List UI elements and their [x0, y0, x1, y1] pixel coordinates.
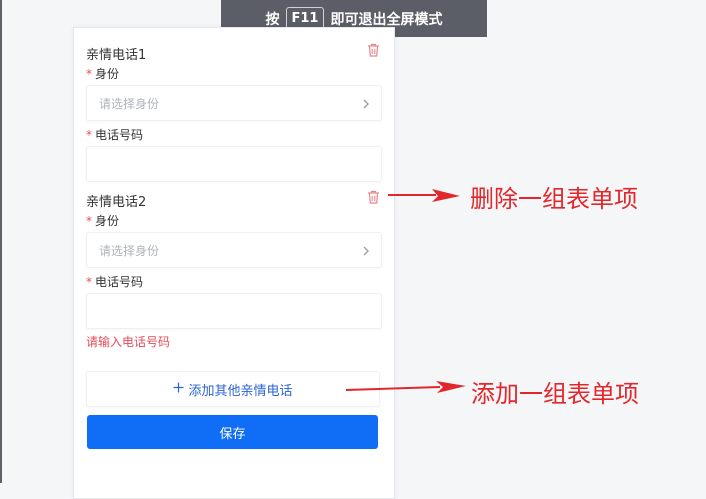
window-edge — [0, 0, 2, 483]
save-button[interactable]: 保存 — [87, 415, 378, 449]
identity-select-2[interactable]: 请选择身份 — [86, 232, 382, 268]
trash-icon[interactable] — [366, 43, 380, 57]
phone-input-1[interactable] — [86, 146, 382, 182]
trash-icon[interactable] — [366, 190, 380, 204]
identity-label-1: * 身份 — [86, 65, 119, 82]
identity-placeholder-2: 请选择身份 — [99, 244, 160, 258]
identity-label-text: 身份 — [95, 214, 120, 228]
delete-annotation: 删除一组表单项 — [470, 185, 638, 213]
delete-annotation-arrow — [388, 189, 460, 202]
group-title-2: 亲情电话2 — [86, 195, 147, 210]
phone-label-text: 电话号码 — [95, 128, 144, 142]
required-mark: * — [86, 128, 92, 142]
chevron-right-icon — [361, 96, 371, 110]
fullscreen-tip-suffix: 即可退出全屏模式 — [330, 11, 443, 28]
required-mark: * — [86, 275, 92, 289]
phone-label-1: * 电话号码 — [86, 126, 143, 143]
plus-icon — [173, 382, 184, 397]
phone-error-2: 请输入电话号码 — [86, 335, 171, 349]
identity-select-1[interactable]: 请选择身份 — [86, 85, 382, 121]
chevron-right-icon — [361, 243, 371, 257]
identity-label-text: 身份 — [95, 67, 120, 81]
group-title-1: 亲情电话1 — [86, 48, 147, 63]
required-mark: * — [86, 214, 92, 228]
phone-label-2: * 电话号码 — [86, 273, 143, 290]
required-mark: * — [86, 67, 92, 81]
fullscreen-tip-prefix: 按 — [265, 11, 280, 28]
identity-placeholder-1: 请选择身份 — [99, 97, 160, 111]
add-contact-button[interactable]: 添加其他亲情电话 — [86, 371, 380, 407]
identity-label-2: * 身份 — [86, 212, 119, 229]
add-annotation: 添加一组表单项 — [471, 380, 639, 408]
add-contact-label: 添加其他亲情电话 — [188, 383, 293, 399]
phone-input-2[interactable] — [86, 293, 382, 329]
phone-label-text: 电话号码 — [95, 275, 144, 289]
contact-form-panel: 亲情电话1 *身份 请选择身份 *电话号码 亲情电话2 *身份 请选择身份 — [73, 27, 395, 499]
add-annotation-arrow — [345, 381, 466, 393]
